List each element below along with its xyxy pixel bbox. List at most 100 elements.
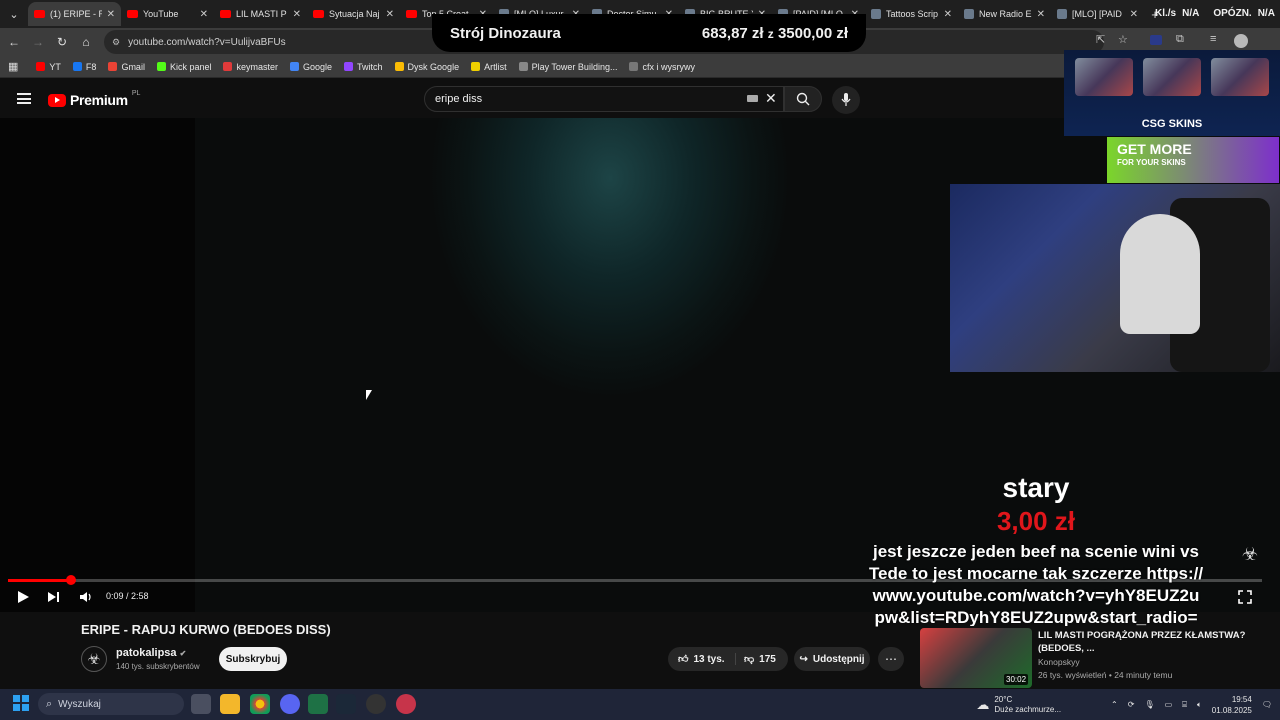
taskbar-search-placeholder: Wyszukaj	[58, 698, 101, 710]
extension-icon[interactable]	[1150, 35, 1162, 45]
bookmark-item[interactable]: cfx i wysrywy	[629, 62, 695, 72]
apps-grid-icon[interactable]: ▦	[8, 60, 18, 73]
like-button[interactable]: 👍︎ 13 tys.	[668, 653, 736, 665]
recommended-video[interactable]: 30:02 LIL MASTI POGRĄŻONA PRZEZ KŁAMSTWA…	[920, 626, 1280, 688]
close-tab-icon[interactable]: ✕	[1037, 9, 1045, 20]
steam-icon[interactable]	[336, 694, 356, 714]
tray-volume-icon[interactable]: 🔈︎	[1197, 700, 1202, 710]
reload-icon[interactable]: ↻	[50, 30, 74, 54]
task-view-icon[interactable]	[191, 694, 211, 714]
more-actions-button[interactable]: ⋯	[878, 647, 904, 671]
bookmark-favicon-icon	[518, 62, 528, 71]
close-tab-icon[interactable]: ✕	[386, 9, 394, 20]
windows-start-icon[interactable]	[13, 695, 29, 711]
browser-tab[interactable]: [MLO] [PAID ✕	[1051, 2, 1144, 26]
app-icon[interactable]	[396, 694, 416, 714]
volume-button[interactable]	[79, 590, 93, 609]
clear-search-icon[interactable]: ✕	[765, 90, 777, 107]
bookmark-item[interactable]: Gmail	[108, 62, 145, 72]
bookmark-star-icon[interactable]: ☆	[1118, 33, 1128, 46]
search-button[interactable]	[784, 86, 822, 112]
fullscreen-button[interactable]	[1238, 590, 1252, 609]
share-button[interactable]: ↪ Udostępnij	[794, 647, 870, 671]
bookmark-favicon-icon	[72, 62, 82, 71]
close-tab-icon[interactable]: ✕	[944, 9, 952, 20]
extensions-puzzle-icon[interactable]: ⧉	[1176, 33, 1184, 46]
share-label: Udostępnij	[812, 653, 865, 665]
forward-arrow-icon[interactable]: →	[26, 30, 50, 54]
skins-showcase	[1070, 58, 1274, 106]
browser-tab[interactable]: New Radio E ✕	[958, 2, 1051, 26]
back-arrow-icon[interactable]: ←	[2, 30, 26, 54]
play-icon	[18, 591, 29, 603]
hamburger-menu-icon[interactable]	[17, 93, 31, 104]
dislike-button[interactable]: 👎︎ 175	[736, 653, 776, 666]
bookmark-item[interactable]: Google	[290, 62, 332, 72]
streamer-panda-mask	[1120, 214, 1200, 334]
tray-display-icon[interactable]: ▭	[1165, 700, 1173, 709]
keyboard-icon[interactable]	[747, 95, 758, 102]
mouse-cursor-icon	[366, 390, 372, 400]
next-button[interactable]	[47, 590, 61, 609]
bookmark-favicon-icon	[394, 62, 404, 71]
channel-name[interactable]: patokalipsa ✔	[116, 647, 186, 659]
bookmark-item[interactable]: keymaster	[223, 62, 278, 72]
youtube-icon	[34, 10, 45, 18]
close-tab-icon[interactable]: ✕	[293, 9, 301, 20]
site-info-icon[interactable]: ⚙	[112, 37, 120, 48]
youtube-play-logo-icon	[48, 93, 66, 107]
install-app-icon[interactable]: ⇱	[1096, 33, 1105, 46]
like-dislike-group: 👍︎ 13 tys. 👎︎ 175	[668, 647, 788, 671]
channel-avatar[interactable]: ☣	[81, 646, 107, 672]
opozn-label: OPÓZN.	[1213, 8, 1252, 19]
tray-chevron-icon[interactable]: ⌃	[1111, 700, 1118, 709]
bookmark-item[interactable]: YT	[36, 62, 61, 72]
tray-network-icon[interactable]: ⌸	[1182, 700, 1187, 710]
search-icon	[796, 92, 810, 106]
play-button[interactable]	[16, 590, 30, 609]
tray-sync-icon[interactable]: ⟳	[1128, 700, 1135, 709]
chrome-icon[interactable]	[250, 694, 270, 714]
tab-title: New Radio E	[979, 9, 1032, 19]
clock-date: 01.08.2025	[1211, 705, 1252, 715]
dislike-count: 175	[759, 653, 776, 665]
bookmark-item[interactable]: Play Tower Building...	[518, 62, 617, 72]
youtube-icon	[127, 10, 138, 18]
media-control-icon[interactable]: ≡	[1210, 33, 1216, 45]
tab-search-chevron-icon[interactable]: ⌄	[0, 0, 28, 28]
donation-message: jest jeszcze jeden beef na scenie wini v…	[868, 542, 1204, 627]
profile-avatar[interactable]	[1234, 34, 1248, 48]
notifications-icon[interactable]: 🗨︎	[1262, 700, 1272, 709]
file-explorer-icon[interactable]	[220, 694, 240, 714]
close-tab-icon[interactable]: ✕	[107, 9, 115, 20]
tray-mic-icon[interactable]: 🎙︎	[1144, 700, 1154, 709]
search-input[interactable]: eripe diss ✕	[424, 86, 784, 112]
obs-icon[interactable]	[366, 694, 386, 714]
browser-tab[interactable]: LIL MASTI P ✕	[214, 2, 307, 26]
fullscreen-icon	[1238, 590, 1252, 604]
discord-icon[interactable]	[280, 694, 300, 714]
clock[interactable]: 19:54 01.08.2025	[1212, 694, 1252, 716]
search-query: eripe diss	[435, 93, 483, 105]
voice-search-button[interactable]	[832, 86, 860, 114]
bookmark-item[interactable]: Artlist	[471, 62, 507, 72]
browser-tab[interactable]: Sytuacja Naj ✕	[307, 2, 400, 26]
weather-widget[interactable]: ☁ 20°C Duże zachmurze...	[976, 695, 1061, 715]
taskbar-search[interactable]: ⌕ Wyszukaj	[38, 693, 184, 715]
goal-progress: 683,87 zł	[701, 24, 764, 42]
youtube-premium-logo[interactable]: Premium PL	[48, 90, 140, 108]
browser-tab[interactable]: YouTube ✕	[121, 2, 214, 26]
home-icon[interactable]: ⌂	[74, 30, 98, 54]
close-tab-icon[interactable]: ✕	[1130, 9, 1138, 20]
close-tab-icon[interactable]: ✕	[200, 9, 208, 20]
browser-tab[interactable]: Tattoos Scrip ✕	[865, 2, 958, 26]
bookmark-item[interactable]: Kick panel	[156, 62, 211, 72]
excel-icon[interactable]	[308, 694, 328, 714]
bookmark-item[interactable]: Twitch	[344, 62, 383, 72]
video-title: ERIPE - RAPUJ KURWO (BEDOES DISS)	[81, 622, 331, 637]
bookmark-item[interactable]: Dysk Google	[394, 62, 459, 72]
bookmark-item[interactable]: F8	[72, 62, 96, 72]
browser-tab[interactable]: (1) ERIPE - R ✕	[28, 2, 121, 26]
bookmark-favicon-icon	[156, 62, 166, 71]
subscribe-button[interactable]: Subskrybuj	[219, 647, 287, 671]
